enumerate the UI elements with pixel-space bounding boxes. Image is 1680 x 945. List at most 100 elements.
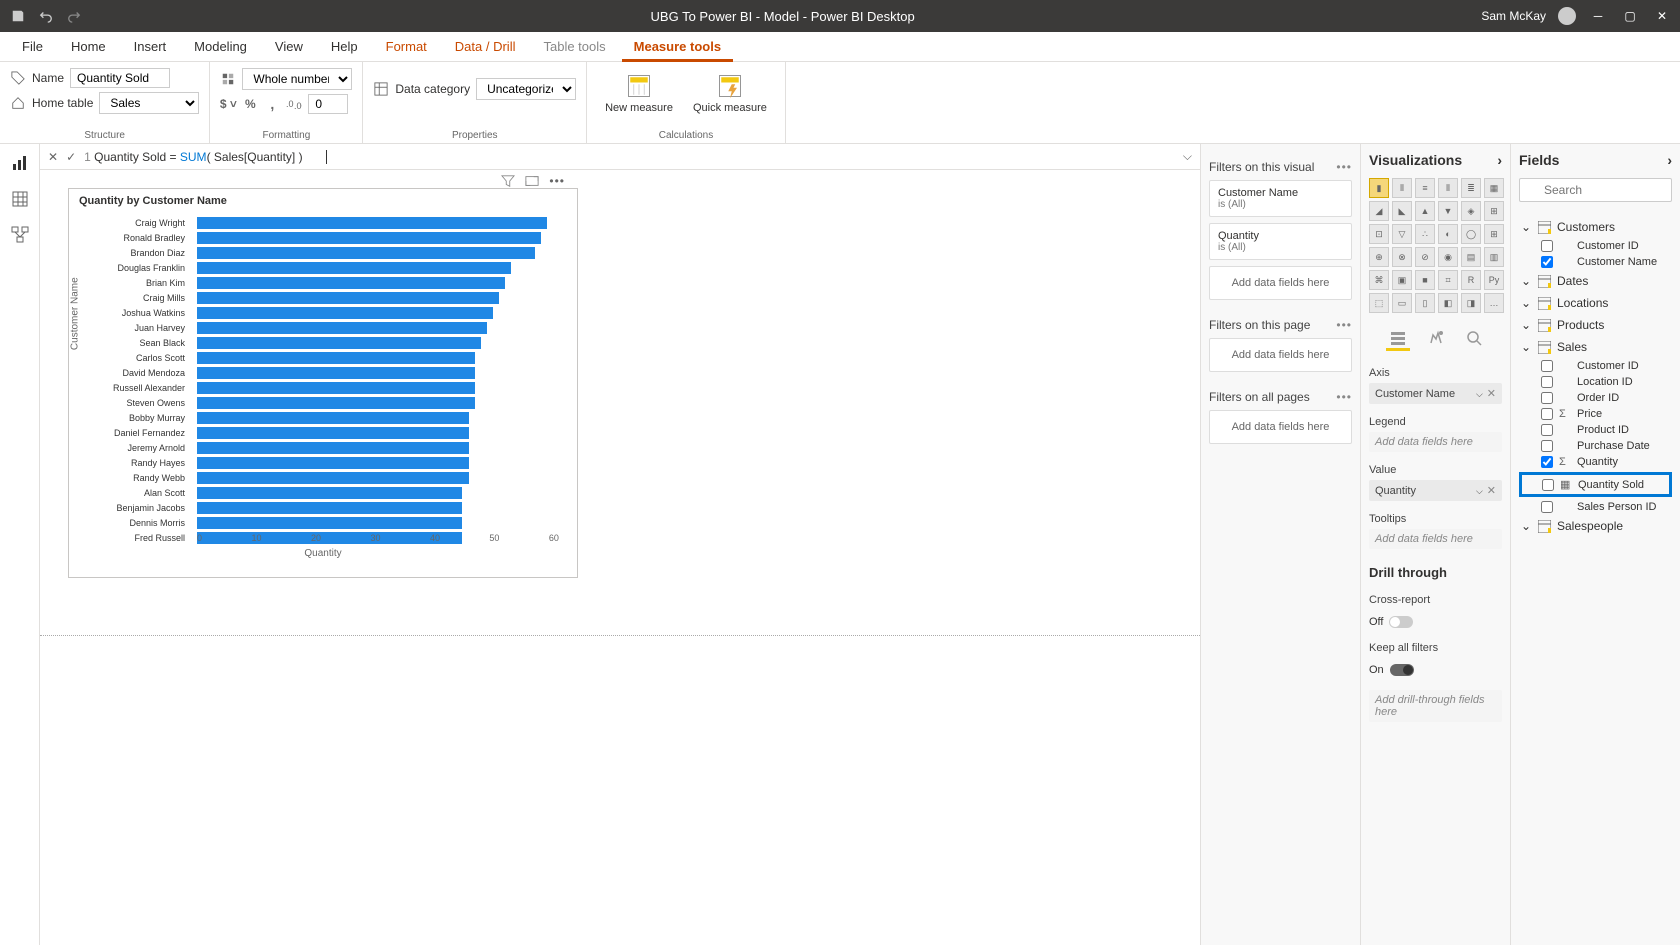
- save-icon[interactable]: [8, 6, 28, 26]
- data-view-icon[interactable]: [9, 188, 31, 210]
- bar-row[interactable]: Craig Mills: [197, 290, 559, 305]
- bar-fill[interactable]: [197, 217, 547, 229]
- viz-type-icon[interactable]: ◯: [1461, 224, 1481, 244]
- bar-fill[interactable]: [197, 502, 462, 514]
- bar-fill[interactable]: [197, 367, 475, 379]
- viz-type-icon[interactable]: ◢: [1369, 201, 1389, 221]
- tab-data-drill[interactable]: Data / Drill: [443, 32, 528, 62]
- filter-card[interactable]: Quantityis (All): [1209, 223, 1352, 260]
- name-input[interactable]: [70, 68, 170, 88]
- field-sales-person-id[interactable]: Sales Person ID: [1519, 499, 1672, 515]
- redo-icon[interactable]: [64, 6, 84, 26]
- viz-type-icon[interactable]: ◐: [1438, 224, 1458, 244]
- tab-help[interactable]: Help: [319, 32, 370, 62]
- viz-type-icon[interactable]: ▲: [1415, 201, 1435, 221]
- viz-type-icon[interactable]: Py: [1484, 270, 1504, 290]
- viz-format-tab-icon[interactable]: [1424, 327, 1448, 351]
- field-product-id[interactable]: Product ID: [1519, 422, 1672, 438]
- fields-collapse-icon[interactable]: ›: [1667, 152, 1672, 168]
- bar-row[interactable]: Craig Wright: [197, 215, 559, 230]
- bar-row[interactable]: Dennis Morris: [197, 515, 559, 530]
- more-options-icon[interactable]: •••: [549, 174, 565, 188]
- bar-fill[interactable]: [197, 472, 469, 484]
- tab-file[interactable]: File: [10, 32, 55, 62]
- bar-row[interactable]: Ronald Bradley: [197, 230, 559, 245]
- avatar[interactable]: [1558, 7, 1576, 25]
- field-customer-id[interactable]: Customer ID: [1519, 238, 1672, 254]
- bar-row[interactable]: Brandon Diaz: [197, 245, 559, 260]
- viz-type-icon[interactable]: ⊞: [1484, 224, 1504, 244]
- viz-type-icon[interactable]: ▯: [1415, 293, 1435, 313]
- tab-modeling[interactable]: Modeling: [182, 32, 259, 62]
- bar-row[interactable]: Randy Hayes: [197, 455, 559, 470]
- viz-type-icon[interactable]: ⊞: [1484, 201, 1504, 221]
- viz-type-icon[interactable]: ⊗: [1392, 247, 1412, 267]
- tab-table-tools[interactable]: Table tools: [531, 32, 617, 62]
- formula-commit-icon[interactable]: ✓: [66, 150, 76, 164]
- viz-type-icon[interactable]: ⫴: [1392, 178, 1412, 198]
- bar-fill[interactable]: [197, 352, 475, 364]
- bar-row[interactable]: Steven Owens: [197, 395, 559, 410]
- bar-fill[interactable]: [197, 232, 541, 244]
- bar-fill[interactable]: [197, 292, 499, 304]
- close-icon[interactable]: ✕: [1652, 6, 1672, 26]
- decimals-input[interactable]: [308, 94, 348, 114]
- field-quantity-sold[interactable]: ▦Quantity Sold: [1519, 472, 1672, 497]
- formula-cancel-icon[interactable]: ✕: [48, 150, 58, 164]
- bar-fill[interactable]: [197, 337, 481, 349]
- bar-fill[interactable]: [197, 322, 487, 334]
- user-name[interactable]: Sam McKay: [1481, 9, 1546, 23]
- bar-fill[interactable]: [197, 427, 469, 439]
- viz-fields-tab-icon[interactable]: [1386, 327, 1410, 351]
- bar-chart-visual[interactable]: ••• Quantity by Customer Name Customer N…: [68, 188, 578, 578]
- viz-type-icon[interactable]: ⌘: [1369, 270, 1389, 290]
- viz-analytics-tab-icon[interactable]: [1462, 327, 1486, 351]
- bar-row[interactable]: Alan Scott: [197, 485, 559, 500]
- axis-well[interactable]: Customer Name⌵✕: [1369, 383, 1502, 404]
- axis-remove-icon[interactable]: ✕: [1487, 388, 1496, 400]
- cross-report-toggle[interactable]: [1389, 616, 1413, 628]
- data-category-select[interactable]: Uncategorized: [476, 78, 576, 100]
- filters-page-more-icon[interactable]: •••: [1336, 318, 1352, 332]
- tab-home[interactable]: Home: [59, 32, 118, 62]
- table-sales[interactable]: ⌄Sales: [1519, 336, 1672, 358]
- table-products[interactable]: ⌄Products: [1519, 314, 1672, 336]
- undo-icon[interactable]: [36, 6, 56, 26]
- add-page-filter[interactable]: Add data fields here: [1209, 338, 1352, 372]
- bar-fill[interactable]: [197, 397, 475, 409]
- field-purchase-date[interactable]: Purchase Date: [1519, 438, 1672, 454]
- drill-well[interactable]: Add drill-through fields here: [1369, 690, 1502, 722]
- viz-type-icon[interactable]: ⌗: [1438, 270, 1458, 290]
- viz-type-icon[interactable]: ◨: [1461, 293, 1481, 313]
- add-visual-filter[interactable]: Add data fields here: [1209, 266, 1352, 300]
- viz-type-icon[interactable]: ◉: [1438, 247, 1458, 267]
- bar-row[interactable]: Benjamin Jacobs: [197, 500, 559, 515]
- keep-filters-toggle[interactable]: [1390, 664, 1414, 676]
- tab-measure-tools[interactable]: Measure tools: [622, 32, 733, 62]
- viz-type-icon[interactable]: …: [1484, 293, 1504, 313]
- decimal-icon[interactable]: .0.00: [286, 96, 302, 112]
- viz-type-icon[interactable]: ◧: [1438, 293, 1458, 313]
- field-customer-id[interactable]: Customer ID: [1519, 358, 1672, 374]
- bar-row[interactable]: Joshua Watkins: [197, 305, 559, 320]
- bar-fill[interactable]: [197, 412, 469, 424]
- report-canvas[interactable]: ••• Quantity by Customer Name Customer N…: [40, 170, 1200, 945]
- bar-row[interactable]: Daniel Fernandez: [197, 425, 559, 440]
- viz-type-icon[interactable]: ▭: [1392, 293, 1412, 313]
- fields-search-input[interactable]: [1519, 178, 1672, 202]
- field-customer-name[interactable]: Customer Name: [1519, 254, 1672, 270]
- new-measure-button[interactable]: New measure: [597, 68, 681, 118]
- table-dates[interactable]: ⌄Dates: [1519, 270, 1672, 292]
- viz-type-icon[interactable]: ▽: [1392, 224, 1412, 244]
- viz-type-icon[interactable]: ▼: [1438, 201, 1458, 221]
- tab-view[interactable]: View: [263, 32, 315, 62]
- bar-fill[interactable]: [197, 487, 462, 499]
- viz-type-icon[interactable]: ⊕: [1369, 247, 1389, 267]
- table-salespeople[interactable]: ⌄Salespeople: [1519, 515, 1672, 537]
- filters-visual-more-icon[interactable]: •••: [1336, 160, 1352, 174]
- tab-format[interactable]: Format: [374, 32, 439, 62]
- bar-fill[interactable]: [197, 247, 535, 259]
- tab-insert[interactable]: Insert: [122, 32, 179, 62]
- table-locations[interactable]: ⌄Locations: [1519, 292, 1672, 314]
- viz-type-icon[interactable]: ≣: [1461, 178, 1481, 198]
